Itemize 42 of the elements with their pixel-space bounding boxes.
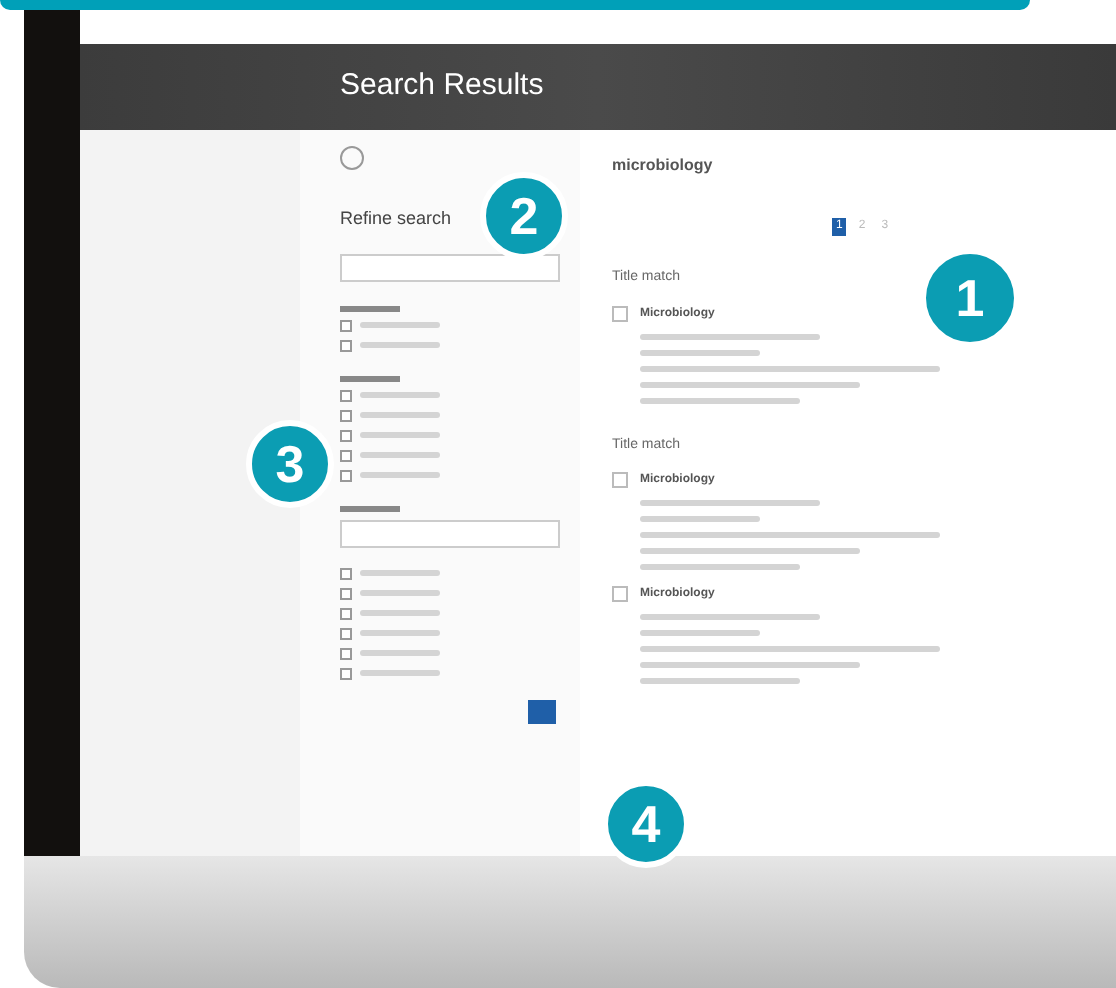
checkbox[interactable] bbox=[340, 667, 352, 679]
checkbox[interactable] bbox=[340, 587, 352, 599]
checkbox[interactable] bbox=[340, 469, 352, 481]
blurred-heading bbox=[340, 375, 400, 381]
blurred-text-line bbox=[360, 342, 440, 348]
blurred-text-line bbox=[640, 630, 760, 636]
sidebar-heading: Refine search bbox=[340, 206, 452, 232]
checkbox[interactable] bbox=[340, 409, 352, 421]
query-text: microbiology bbox=[612, 154, 715, 178]
input-field[interactable] bbox=[340, 519, 560, 547]
blurred-text-line bbox=[360, 472, 440, 478]
submit-button[interactable] bbox=[528, 699, 556, 723]
checkbox[interactable] bbox=[340, 607, 352, 619]
page-title: Search Results bbox=[340, 66, 544, 107]
blurred-text-line bbox=[360, 650, 440, 656]
checkbox[interactable] bbox=[340, 389, 352, 401]
blurred-text-line bbox=[640, 516, 760, 522]
blurred-text-line bbox=[360, 432, 440, 438]
checkbox[interactable] bbox=[340, 449, 352, 461]
checkbox[interactable] bbox=[340, 567, 352, 579]
blurred-text-line bbox=[360, 590, 440, 596]
blurred-text-line bbox=[360, 452, 440, 458]
blurred-text-line bbox=[640, 349, 760, 355]
checkbox[interactable] bbox=[612, 305, 628, 321]
checkbox[interactable] bbox=[340, 429, 352, 441]
blurred-text-line bbox=[360, 412, 440, 418]
checkbox[interactable] bbox=[340, 627, 352, 639]
checkbox[interactable] bbox=[340, 319, 352, 331]
checkbox[interactable] bbox=[612, 472, 628, 488]
blurred-text-line bbox=[360, 630, 440, 636]
blurred-text-line bbox=[360, 322, 440, 328]
blurred-text-line bbox=[360, 392, 440, 398]
blurred-text-line bbox=[360, 570, 440, 576]
blurred-heading bbox=[340, 505, 400, 511]
search-field[interactable] bbox=[340, 253, 560, 281]
blurred-text-line bbox=[360, 610, 440, 616]
blurred-heading bbox=[340, 305, 400, 311]
add-icon[interactable] bbox=[340, 146, 364, 170]
checkbox[interactable] bbox=[340, 647, 352, 659]
checkbox[interactable] bbox=[340, 339, 352, 351]
checkbox[interactable] bbox=[612, 586, 628, 602]
blurred-text-line bbox=[360, 670, 440, 676]
